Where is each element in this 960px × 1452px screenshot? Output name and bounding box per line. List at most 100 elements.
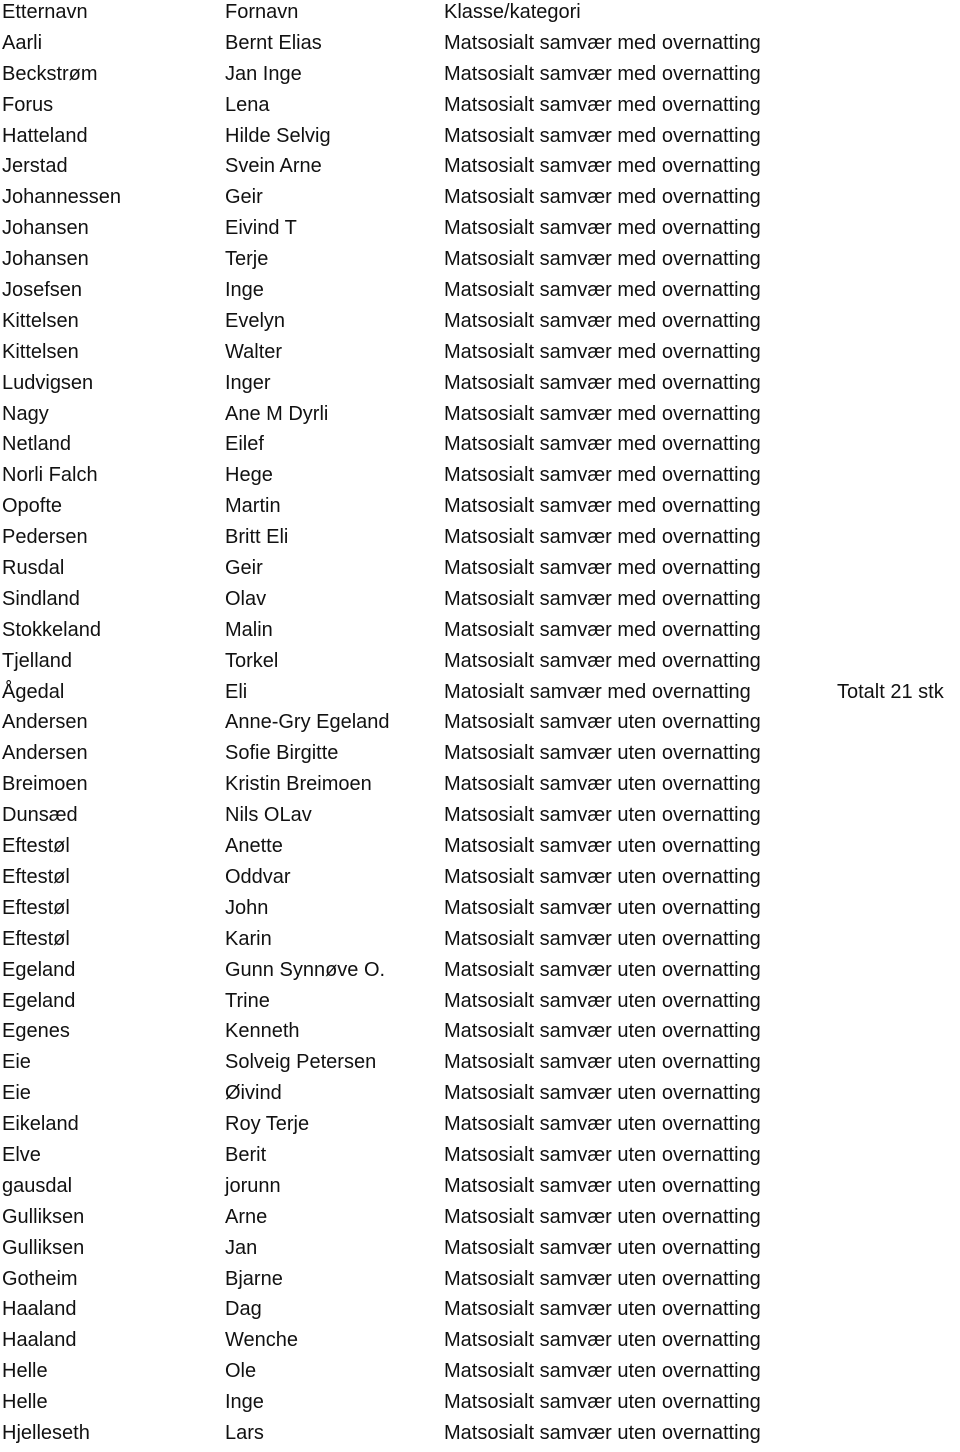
first-name-cell: Hilde Selvig [225, 124, 331, 147]
category-cell: Matsosialt samvær med overnatting [444, 433, 761, 456]
category-cell: Matsosialt samvær uten overnatting [444, 773, 761, 796]
last-name-cell: Tjelland [2, 649, 73, 672]
last-name-cell: Josefsen [2, 279, 83, 302]
table-body: Aarli Bernt Elias Matsosialt samvær med ov… [0, 31, 960, 1452]
category-cell: Matsosialt samvær med overnatting [444, 402, 761, 425]
table-row: Hatteland Hilde Selvig Matsosialt samvær m… [0, 124, 960, 155]
category-cell: Matsosialt samvær uten overnatting [444, 1020, 761, 1043]
last-name-cell: Egenes [2, 1020, 70, 1043]
table-row: Dunsæd Nils OLav Matsosialt samvær uten ov… [0, 803, 960, 834]
first-name-cell: Roy Terje [225, 1113, 310, 1136]
first-name-cell: Berit [225, 1143, 267, 1166]
category-cell: Matsosialt samvær uten overnatting [444, 742, 761, 765]
category-cell: Matsosialt samvær med overnatting [444, 340, 761, 363]
last-name-cell: Eftestøl [2, 896, 70, 919]
table-row: Eie Solveig Petersen Matsosialt samvær ute… [0, 1050, 960, 1081]
last-name-cell: Helle [2, 1360, 48, 1383]
last-name-cell: Egeland [2, 958, 76, 981]
table-row: Breimoen Kristin Breimoen Matsosialt samvæ… [0, 772, 960, 803]
table-row: Stokkeland Malin Matsosialt samvær med ove… [0, 618, 960, 649]
last-name-cell: Breimoen [2, 773, 88, 796]
category-cell: Matsosialt samvær med overnatting [444, 248, 761, 271]
first-name-cell: Inger [225, 371, 271, 394]
first-name-cell: Torkel [225, 649, 279, 672]
last-name-cell: Gulliksen [2, 1236, 85, 1259]
category-cell: Matsosialt samvær uten overnatting [444, 711, 761, 734]
last-name-cell: Beckstrøm [2, 62, 98, 85]
table-row: Johansen Eivind T Matsosialt samvær med ov… [0, 216, 960, 247]
table-row: Gulliksen Arne Matsosialt samvær uten over… [0, 1205, 960, 1236]
category-cell: Matsosialt samvær uten overnatting [444, 896, 761, 919]
category-cell: Matsosialt samvær uten overnatting [444, 1143, 761, 1166]
first-name-cell: Arne [225, 1205, 268, 1228]
first-name-cell: Olav [225, 587, 267, 610]
last-name-cell: Ågedal [2, 680, 65, 703]
last-name-cell: Gulliksen [2, 1205, 85, 1228]
last-name-cell: Hjelleseth [2, 1421, 90, 1444]
table-row: Egeland Trine Matsosialt samvær uten overn… [0, 989, 960, 1020]
category-cell: Matsosialt samvær med overnatting [444, 155, 761, 178]
last-name-cell: Johannessen [2, 186, 121, 209]
table-row: Andersen Sofie Birgitte Matsosialt samvær … [0, 741, 960, 772]
category-cell: Matsosialt samvær uten overnatting [444, 1082, 761, 1105]
table-row: Gotheim Bjarne Matsosialt samvær uten over… [0, 1267, 960, 1298]
table-row: Beckstrøm Jan Inge Matsosialt samvær med o… [0, 62, 960, 93]
first-name-cell: Ole [225, 1360, 257, 1383]
category-cell: Matsosialt samvær med overnatting [444, 495, 761, 518]
table-row: Pedersen Britt Eli Matsosialt samvær med o… [0, 525, 960, 556]
category-cell: Matsosialt samvær uten overnatting [444, 1329, 761, 1352]
last-name-cell: Johansen [2, 248, 89, 271]
last-name-cell: Rusdal [2, 557, 65, 580]
last-name-cell: Nagy [2, 402, 49, 425]
first-name-cell: Eilef [225, 433, 264, 456]
first-name-cell: Evelyn [225, 309, 286, 332]
last-name-cell: Haaland [2, 1298, 77, 1321]
last-name-cell: Netland [2, 433, 71, 456]
category-cell: Matsosialt samvær med overnatting [444, 62, 761, 85]
table-row: Opofte Martin Matsosialt samvær med overna… [0, 494, 960, 525]
last-name-cell: Eikeland [2, 1113, 79, 1136]
header-row: Etternavn Fornavn Klasse/kategori [0, 0, 960, 31]
last-name-cell: Eftestøl [2, 865, 70, 888]
last-name-cell: Aarli [2, 31, 43, 54]
category-cell: Matsosialt samvær med overnatting [444, 217, 761, 240]
category-cell: Matosialt samvær med overnatting [444, 680, 751, 703]
table-row: Helle Ole Matsosialt samvær uten overnatti… [0, 1359, 960, 1390]
table-row: Eie Øivind Matsosialt samvær uten overnatt… [0, 1081, 960, 1112]
last-name-cell: Andersen [2, 742, 88, 765]
first-name-cell: Nils OLav [225, 804, 312, 827]
first-name-cell: Inge [225, 279, 264, 302]
first-name-cell: Kenneth [225, 1020, 300, 1043]
table-row: Helle Inge Matsosialt samvær uten overnatt… [0, 1390, 960, 1421]
category-cell: Matsosialt samvær med overnatting [444, 186, 761, 209]
first-name-cell: Gunn Synnøve O. [225, 958, 386, 981]
header-last-name: Etternavn [2, 1, 88, 23]
first-name-cell: Lars [225, 1421, 264, 1444]
category-cell: Matsosialt samvær uten overnatting [444, 1391, 761, 1414]
table-row: Kittelsen Walter Matsosialt samvær med ove… [0, 340, 960, 371]
category-cell: Matsosialt samvær uten overnatting [444, 1205, 761, 1228]
last-name-cell: Kittelsen [2, 309, 79, 332]
table-row: Tjelland Torkel Matsosialt samvær med over… [0, 649, 960, 680]
table-row: Johansen Terje Matsosialt samvær med overn… [0, 247, 960, 278]
last-name-cell: Eie [2, 1051, 31, 1074]
last-name-cell: Dunsæd [2, 804, 78, 827]
category-cell: Matsosialt samvær med overnatting [444, 557, 761, 580]
last-name-cell: Gotheim [2, 1267, 78, 1290]
first-name-cell: Ane M Dyrli [225, 402, 329, 425]
table-row: Forus Lena Matsosialt samvær med overnatti… [0, 93, 960, 124]
first-name-cell: Inge [225, 1391, 264, 1414]
first-name-cell: Terje [225, 248, 269, 271]
last-name-cell: Andersen [2, 711, 88, 734]
table-row: Ludvigsen Inger Matsosialt samvær med over… [0, 371, 960, 402]
table-row: Haaland Wenche Matsosialt samvær uten over… [0, 1328, 960, 1359]
first-name-cell: Trine [225, 989, 270, 1012]
category-cell: Matsosialt samvær uten overnatting [444, 1174, 761, 1197]
table-row: Eikeland Roy Terje Matsosialt samvær uten … [0, 1112, 960, 1143]
last-name-cell: Helle [2, 1391, 48, 1414]
last-name-cell: gausdal [2, 1174, 73, 1197]
table-row: Gulliksen Jan Matsosialt samvær uten overn… [0, 1236, 960, 1267]
last-name-cell: Ludvigsen [2, 371, 94, 394]
last-name-cell: Sindland [2, 587, 80, 610]
category-cell: Matsosialt samvær uten overnatting [444, 804, 761, 827]
